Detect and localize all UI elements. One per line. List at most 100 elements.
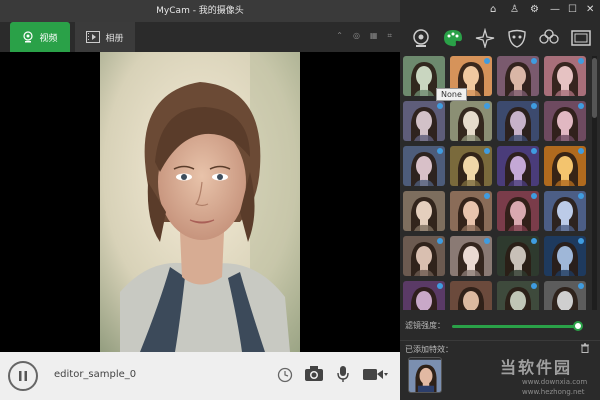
watermark-url-1: www.downxia.com bbox=[522, 378, 588, 386]
filter-badge bbox=[531, 148, 537, 154]
filter-badge bbox=[578, 283, 584, 289]
tab-album-label: 相册 bbox=[105, 33, 124, 44]
filter-badge bbox=[531, 238, 537, 244]
filter-thumbnail[interactable] bbox=[497, 191, 539, 231]
camera-icon[interactable] bbox=[304, 365, 324, 383]
qr-code-icon[interactable]: ▦ bbox=[370, 31, 378, 41]
filter-thumbnail[interactable] bbox=[544, 56, 586, 96]
tab-bar: 视频 相册 ⌃ ◎ ▦ ⌗ bbox=[0, 22, 400, 52]
camera-view bbox=[0, 52, 400, 352]
filter-badge bbox=[437, 148, 443, 154]
microphone-icon[interactable] bbox=[336, 365, 350, 383]
webcam-icon bbox=[23, 31, 34, 43]
mask-category-icon[interactable] bbox=[506, 28, 528, 48]
sparkle-category-icon[interactable] bbox=[474, 28, 496, 48]
filter-thumbnail[interactable] bbox=[403, 191, 445, 231]
filter-badge bbox=[484, 103, 490, 109]
filter-thumbnail[interactable] bbox=[450, 191, 492, 231]
minimize-button[interactable]: — bbox=[550, 4, 560, 15]
timer-icon[interactable] bbox=[277, 365, 293, 383]
strength-slider-handle[interactable] bbox=[573, 321, 584, 331]
frame-category-icon[interactable] bbox=[570, 28, 592, 48]
added-effects-label: 已添加特效： bbox=[405, 345, 453, 354]
filter-grid bbox=[403, 56, 590, 310]
filter-badge bbox=[531, 58, 537, 64]
added-effects-header: 已添加特效： bbox=[400, 340, 600, 354]
watermark-logo: 当软件园 bbox=[500, 358, 573, 377]
tab-album[interactable]: 相册 bbox=[75, 22, 135, 52]
filter-badge bbox=[578, 103, 584, 109]
tab-video[interactable]: 视频 bbox=[10, 22, 70, 52]
maximize-button[interactable]: ☐ bbox=[568, 4, 577, 15]
filter-badge bbox=[484, 193, 490, 199]
filter-badge bbox=[578, 238, 584, 244]
filter-thumbnail[interactable] bbox=[403, 281, 445, 310]
filter-thumbnail[interactable] bbox=[497, 56, 539, 96]
filter-thumbnail[interactable] bbox=[497, 146, 539, 186]
filter-badge bbox=[531, 193, 537, 199]
filter-badge bbox=[484, 58, 490, 64]
pause-icon bbox=[19, 371, 27, 381]
filter-thumbnail[interactable] bbox=[403, 146, 445, 186]
home-icon[interactable]: ⌂ bbox=[490, 4, 496, 15]
effect-categories bbox=[400, 22, 600, 54]
filter-badge bbox=[578, 58, 584, 64]
filter-thumbnail[interactable] bbox=[544, 281, 586, 310]
filter-badge bbox=[578, 193, 584, 199]
title-bar: MyCam - 我的摄像头 bbox=[0, 0, 400, 22]
control-bar: editor_sample_0 bbox=[0, 352, 400, 400]
video-record-icon[interactable] bbox=[362, 365, 388, 383]
portrait-image bbox=[100, 52, 300, 352]
filter-thumbnail[interactable] bbox=[497, 101, 539, 141]
filter-badge bbox=[437, 103, 443, 109]
filter-badge bbox=[531, 283, 537, 289]
filter-strength: 滤镜强度： bbox=[400, 318, 600, 334]
strength-slider-track[interactable] bbox=[452, 325, 582, 328]
filter-thumbnail[interactable] bbox=[450, 236, 492, 276]
filter-tooltip: None bbox=[436, 88, 467, 101]
filter-badge bbox=[484, 148, 490, 154]
filter-thumbnail[interactable] bbox=[403, 101, 445, 141]
film-icon bbox=[86, 31, 101, 43]
tab-video-label: 视频 bbox=[39, 33, 58, 44]
window-title: MyCam - 我的摄像头 bbox=[156, 6, 244, 16]
added-effect-thumbnail[interactable] bbox=[408, 357, 442, 393]
filter-thumbnail[interactable] bbox=[544, 236, 586, 276]
camera-photo bbox=[100, 52, 300, 352]
settings-icon[interactable]: ⚙ bbox=[530, 4, 539, 15]
window-controls: ⌂ ♙ ⚙ — ☐ ✕ bbox=[400, 0, 600, 22]
clover-category-icon[interactable] bbox=[538, 28, 560, 48]
filter-badge bbox=[437, 238, 443, 244]
strength-label: 滤镜强度： bbox=[405, 321, 445, 330]
collapse-icon[interactable]: ⌃ bbox=[336, 31, 343, 41]
crop-icon[interactable]: ⌗ bbox=[387, 31, 392, 41]
filter-thumbnail[interactable] bbox=[497, 281, 539, 310]
filter-thumbnail[interactable] bbox=[403, 236, 445, 276]
watermark-url-2: www.hezhong.net bbox=[522, 388, 585, 396]
filter-badge bbox=[484, 238, 490, 244]
view-tools: ⌃ ◎ ▦ ⌗ bbox=[336, 31, 392, 41]
close-button[interactable]: ✕ bbox=[586, 4, 594, 15]
filter-thumbnail[interactable] bbox=[497, 236, 539, 276]
scrollbar-thumb[interactable] bbox=[592, 58, 597, 118]
filter-badge bbox=[437, 283, 443, 289]
filter-thumbnail[interactable] bbox=[450, 101, 492, 141]
broadcast-icon[interactable]: ◎ bbox=[353, 31, 360, 41]
filter-badge bbox=[531, 103, 537, 109]
filter-thumbnail[interactable] bbox=[450, 281, 492, 310]
filter-badge bbox=[578, 148, 584, 154]
webcam-category-icon[interactable] bbox=[410, 28, 432, 48]
shirt-icon[interactable]: ♙ bbox=[510, 4, 519, 15]
preview-pane: MyCam - 我的摄像头 视频 相册 ⌃ ◎ ▦ ⌗ editor_sampl… bbox=[0, 0, 400, 400]
pause-button[interactable] bbox=[8, 361, 38, 391]
effects-panel: ⌂ ♙ ⚙ — ☐ ✕ None 滤镜强度： 已添加特效： 当软件园 www.d… bbox=[400, 0, 600, 400]
mycam-window: MyCam - 我的摄像头 视频 相册 ⌃ ◎ ▦ ⌗ editor_sampl… bbox=[0, 0, 600, 400]
file-name: editor_sample_0 bbox=[54, 369, 137, 380]
filter-scrollbar[interactable] bbox=[592, 56, 597, 310]
filter-thumbnail[interactable] bbox=[450, 146, 492, 186]
filter-thumbnail[interactable] bbox=[544, 146, 586, 186]
filter-thumbnail[interactable] bbox=[544, 191, 586, 231]
palette-category-icon[interactable] bbox=[442, 28, 464, 48]
filter-thumbnail[interactable] bbox=[544, 101, 586, 141]
trash-icon[interactable] bbox=[580, 343, 590, 353]
